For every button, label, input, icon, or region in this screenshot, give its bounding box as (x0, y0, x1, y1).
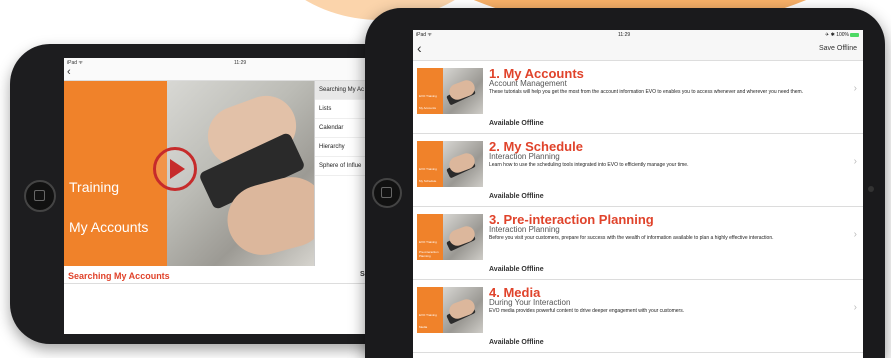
chevron-right-icon: › (853, 229, 857, 240)
battery-icon (850, 32, 859, 37)
course-subtitle: During Your Interaction (489, 298, 571, 307)
thumbnail-photo (443, 214, 483, 260)
course-subtitle: Account Management (489, 79, 567, 88)
back-chevron-icon[interactable]: ‹ (67, 66, 71, 78)
device-label: iPad ᯤ (416, 32, 432, 38)
availability-label: Available Offline (489, 193, 544, 200)
divider (64, 283, 404, 284)
thumb-label: EVO Training (419, 167, 437, 171)
thumb-label: EVO Training (419, 94, 437, 98)
thumb-caption: Pre-interaction Planning (419, 250, 439, 258)
ipad-right: iPad ᯤ 11:29 ✈ ✱ 100% ‹ Save Offline EVO… (365, 8, 885, 358)
video-player[interactable]: Training My Accounts (64, 81, 314, 266)
course-thumbnail: EVO Training My Accounts (417, 68, 483, 114)
save-offline-button[interactable]: Save Offline (819, 45, 857, 52)
course-subtitle: Interaction Planning (489, 225, 560, 234)
right-screen: iPad ᯤ 11:29 ✈ ✱ 100% ‹ Save Offline EVO… (413, 30, 863, 358)
video-title-panel: Training My Accounts (64, 81, 167, 266)
video-title-line2: My Accounts (69, 219, 149, 235)
video-title-line1: Training (69, 179, 120, 195)
course-thumbnail: EVO Training My Schedule (417, 141, 483, 187)
thumb-label: EVO Training (419, 313, 437, 317)
chevron-right-icon: › (853, 156, 857, 167)
play-icon[interactable] (153, 147, 197, 191)
status-bar: iPad ᯤ 11:29 ✈ ✱ 100% (413, 30, 863, 40)
availability-label: Available Offline (489, 339, 544, 346)
clock: 11:29 (234, 60, 247, 66)
course-thumbnail: EVO Training Media (417, 287, 483, 333)
availability-label: Available Offline (489, 266, 544, 273)
list-item[interactable]: EVO Training Media 4. Media During Your … (413, 280, 863, 353)
camera-icon (868, 186, 874, 192)
thumb-label: EVO Training (419, 240, 437, 244)
thumb-caption: Media (419, 325, 428, 329)
thumbnail-photo (443, 68, 483, 114)
nav-bar: ‹ Save Offline (413, 40, 863, 61)
home-button-icon[interactable] (372, 178, 402, 208)
list-item[interactable]: EVO Training My Schedule 2. My Schedule … (413, 134, 863, 207)
course-thumbnail: EVO Training Pre-interaction Planning (417, 214, 483, 260)
battery-label: ✈ ✱ 100% (825, 32, 849, 38)
chevron-right-icon: › (853, 83, 857, 94)
course-subtitle: Interaction Planning (489, 152, 560, 161)
thumbnail-photo (443, 141, 483, 187)
home-button-icon[interactable] (24, 180, 56, 212)
thumbnail-photo (443, 287, 483, 333)
chevron-right-icon: › (853, 302, 857, 313)
left-screen: iPad ᯤ 11:29 ‹ Training My Accounts Sear… (64, 58, 404, 334)
course-description: These tutorials will help you get the mo… (489, 89, 804, 95)
course-list: EVO Training My Accounts 1. My Accounts … (413, 61, 863, 353)
availability-label: Available Offline (489, 120, 544, 127)
thumb-caption: My Accounts (419, 106, 437, 110)
thumb-caption: My Schedule (419, 179, 437, 183)
list-item[interactable]: EVO Training My Accounts 1. My Accounts … (413, 61, 863, 134)
nav-bar: ‹ (64, 66, 404, 81)
back-chevron-icon[interactable]: ‹ (417, 40, 422, 56)
battery-status: ✈ ✱ 100% (825, 32, 859, 38)
clock: 11:29 (618, 32, 631, 38)
course-description: Before you visit your customers, prepare… (489, 235, 774, 241)
lesson-title: Searching My Accounts (68, 271, 170, 281)
list-item[interactable]: EVO Training Pre-interaction Planning 3.… (413, 207, 863, 280)
course-description: EVO media provides powerful content to d… (489, 308, 685, 314)
status-bar: iPad ᯤ 11:29 (64, 58, 404, 68)
course-description: Learn how to use the scheduling tools in… (489, 162, 689, 168)
